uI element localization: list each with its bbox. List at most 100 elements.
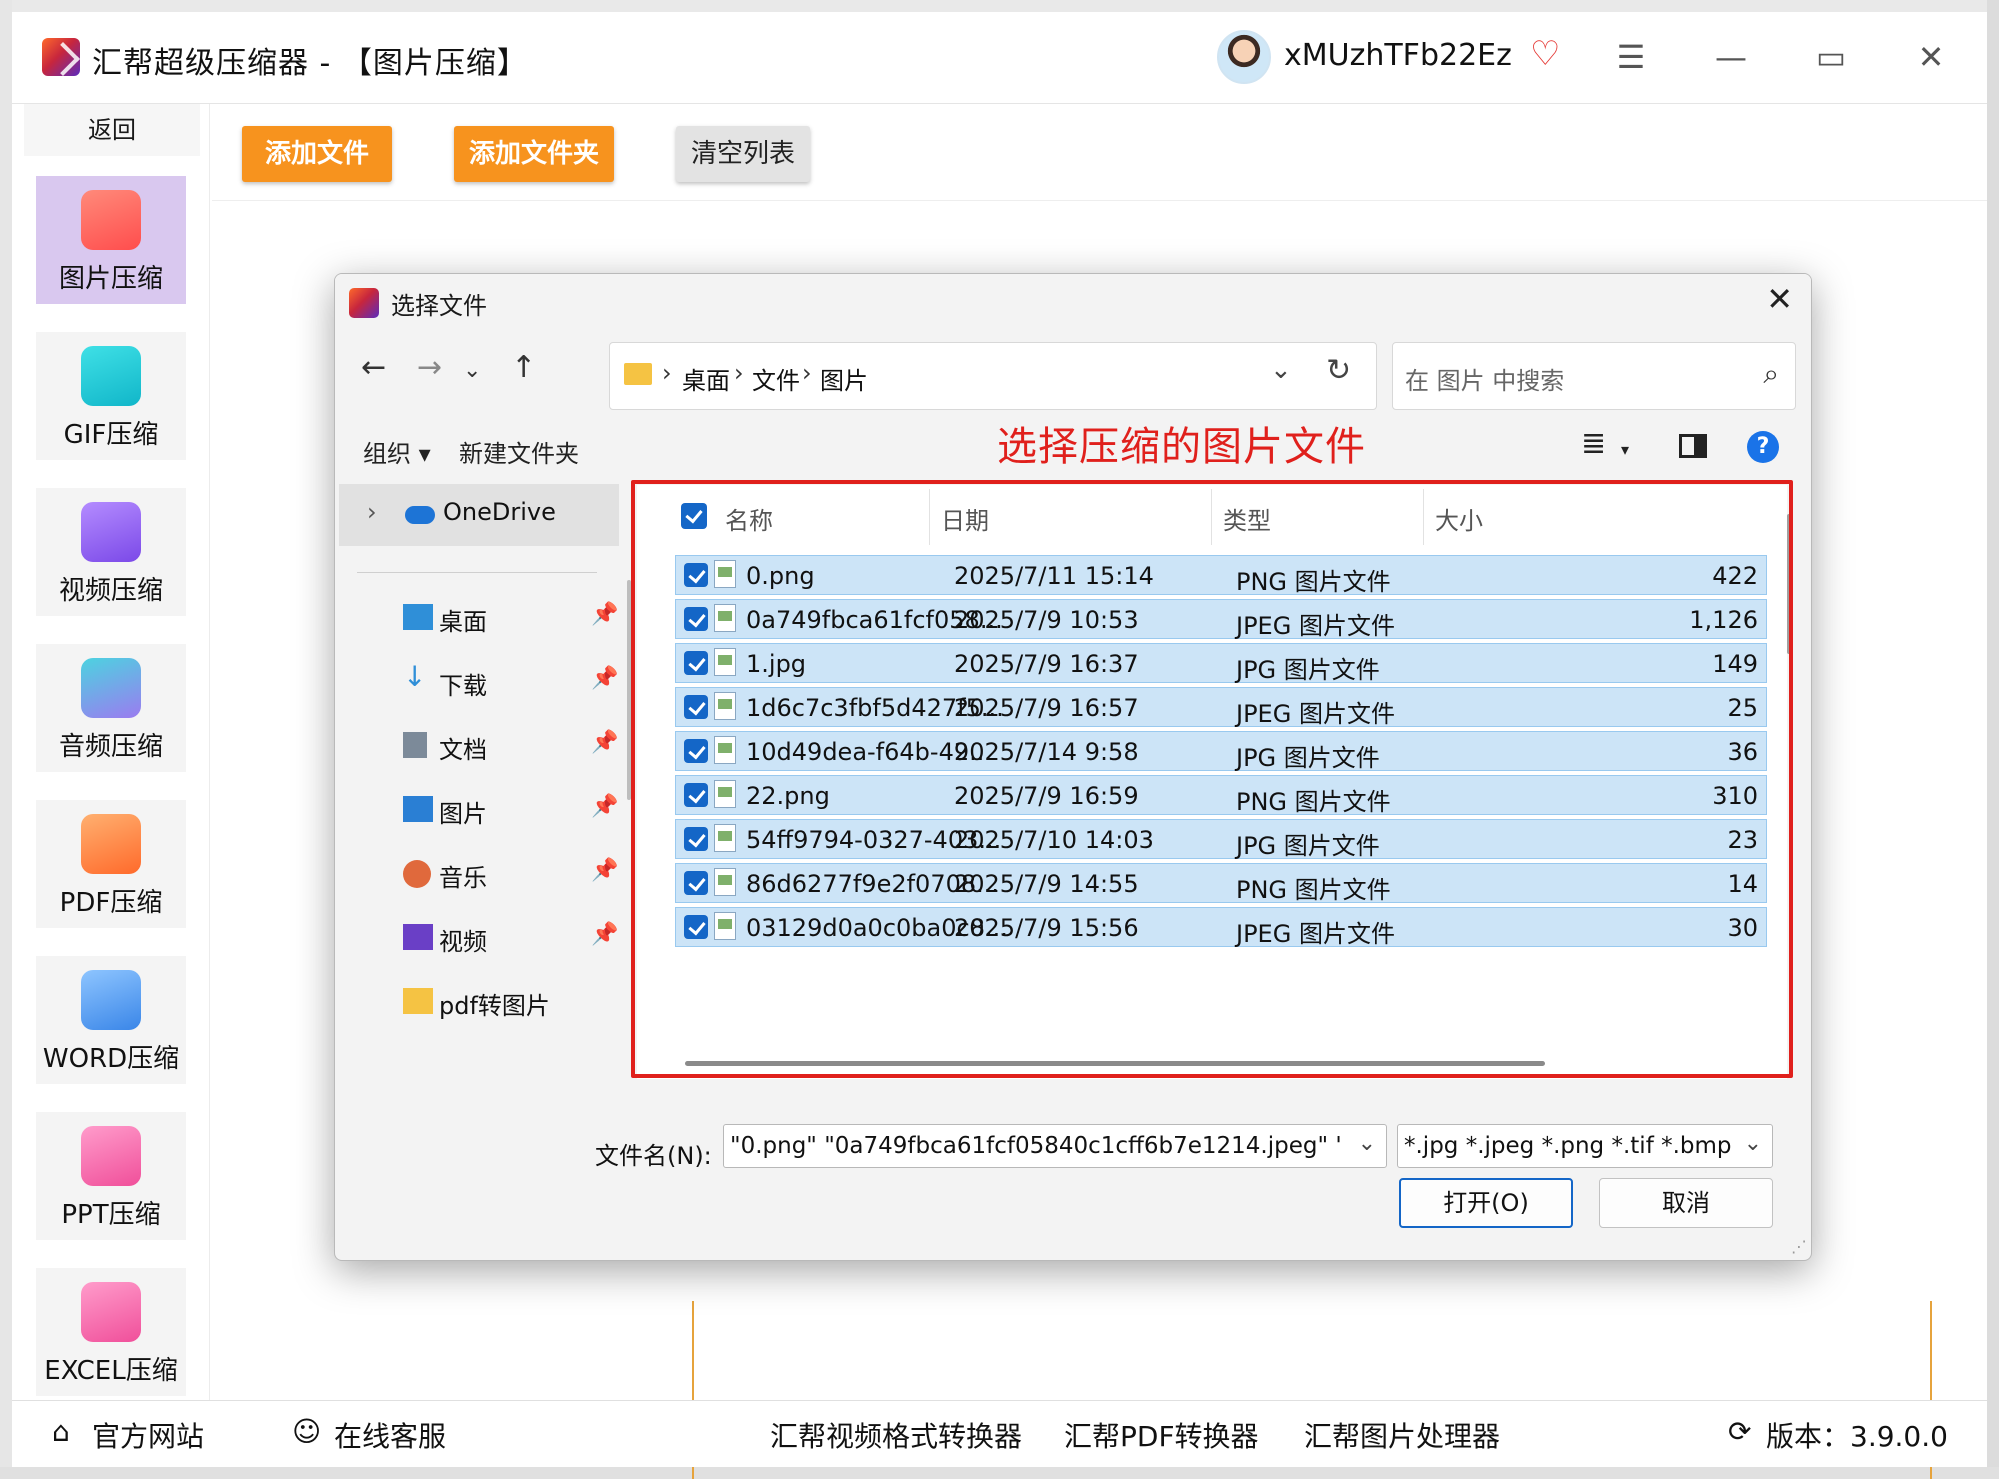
tree-item-pictures[interactable]: 图片 📌 xyxy=(335,780,625,844)
desktop-icon xyxy=(403,604,433,630)
address-bar[interactable]: › 桌面 › 文件 › 图片 ⌄ ↻ xyxy=(609,342,1377,410)
recent-chevron-icon[interactable]: ⌄ xyxy=(463,358,481,383)
video-converter-link[interactable]: 汇帮视频格式转换器 xyxy=(770,1415,1022,1455)
cloud-icon xyxy=(405,506,435,524)
folder-icon xyxy=(403,988,433,1014)
sidebar-item-audio-compress[interactable]: 音频压缩 xyxy=(36,644,186,772)
chevron-down-icon[interactable]: ▾ xyxy=(1621,440,1629,459)
clear-list-button[interactable]: 清空列表 xyxy=(676,126,810,182)
search-box[interactable]: 在 图片 中搜索 ⌕ xyxy=(1392,342,1796,410)
forward-arrow-icon[interactable]: → xyxy=(417,350,442,385)
back-arrow-icon[interactable]: ← xyxy=(361,350,386,385)
tree-item-label: 下载 xyxy=(439,672,487,700)
word-compress-icon xyxy=(81,970,141,1030)
pin-icon: 📌 xyxy=(591,730,619,755)
sidebar-item-image-compress[interactable]: 图片压缩 xyxy=(36,176,186,304)
website-link[interactable]: 官方网站 xyxy=(92,1415,204,1455)
annotation-highlight-box xyxy=(631,480,1793,1078)
support-icon[interactable]: ☺ xyxy=(292,1415,321,1448)
filetype-select[interactable]: *.jpg *.jpeg *.png *.tif *.bmp * ⌄ xyxy=(1397,1124,1773,1168)
refresh-icon[interactable]: ↻ xyxy=(1326,353,1351,388)
tree-item-label: 桌面 xyxy=(439,608,487,636)
filetype-value[interactable]: *.jpg *.jpeg *.png *.tif *.bmp * xyxy=(1404,1133,1734,1159)
tree-item-desktop[interactable]: 桌面 📌 xyxy=(335,588,625,652)
add-file-button[interactable]: 添加文件 xyxy=(242,126,392,182)
download-icon: ↓ xyxy=(403,660,427,693)
pdf-compress-icon xyxy=(81,814,141,874)
tree-item-pdf-to-image[interactable]: pdf转图片 xyxy=(335,972,625,1036)
pin-icon: 📌 xyxy=(591,858,619,883)
sidebar-item-label: WORD压缩 xyxy=(42,1044,180,1074)
pin-icon: 📌 xyxy=(591,794,619,819)
excel-compress-icon xyxy=(81,1282,141,1342)
view-options-icon[interactable]: ≣ xyxy=(1581,426,1606,461)
home-icon[interactable]: ⌂ xyxy=(52,1415,70,1448)
tree-item-music[interactable]: 音乐 📌 xyxy=(335,844,625,908)
annotation-text: 选择压缩的图片文件 xyxy=(997,424,1366,470)
resize-grip-icon[interactable]: ⋰ xyxy=(1791,1237,1807,1256)
chevron-right-icon[interactable]: › xyxy=(367,498,377,526)
maximize-button[interactable]: ▭ xyxy=(1806,32,1856,82)
close-button[interactable]: ✕ xyxy=(1906,32,1956,82)
divider xyxy=(357,572,597,573)
sidebar-item-word-compress[interactable]: WORD压缩 xyxy=(36,956,186,1084)
help-icon[interactable]: ? xyxy=(1747,431,1779,463)
add-folder-button[interactable]: 添加文件夹 xyxy=(454,126,614,182)
support-link[interactable]: 在线客服 xyxy=(334,1415,446,1455)
tree-item-label: 音乐 xyxy=(439,864,487,892)
background-window-left xyxy=(0,0,12,1479)
sidebar-item-video-compress[interactable]: 视频压缩 xyxy=(36,488,186,616)
sidebar-item-pdf-compress[interactable]: PDF压缩 xyxy=(36,800,186,928)
pin-icon: 📌 xyxy=(591,922,619,947)
filename-value[interactable]: "0.png" "0a749fbca61fcf05840c1cff6b7e121… xyxy=(730,1133,1340,1159)
open-button[interactable]: 打开(O) xyxy=(1399,1178,1573,1228)
tree-item-label: 视频 xyxy=(439,928,487,956)
pdf-converter-link[interactable]: 汇帮PDF转换器 xyxy=(1064,1415,1259,1455)
tree-item-documents[interactable]: 文档 📌 xyxy=(335,716,625,780)
image-processor-link[interactable]: 汇帮图片处理器 xyxy=(1304,1415,1500,1455)
preview-pane-icon[interactable] xyxy=(1679,434,1707,458)
sidebar-item-excel-compress[interactable]: EXCEL压缩 xyxy=(36,1268,186,1396)
refresh-icon[interactable]: ⟳ xyxy=(1728,1415,1751,1448)
dialog-title-bar: 选择文件 ✕ xyxy=(335,274,1811,330)
user-avatar[interactable] xyxy=(1217,30,1271,84)
breadcrumb-files[interactable]: 文件 xyxy=(752,361,800,396)
up-arrow-icon[interactable]: ↑ xyxy=(511,350,536,385)
tree-item-downloads[interactable]: ↓ 下载 📌 xyxy=(335,652,625,716)
background-window-strip xyxy=(0,0,1999,12)
document-icon xyxy=(403,732,427,758)
filename-field[interactable]: "0.png" "0a749fbca61fcf05840c1cff6b7e121… xyxy=(723,1124,1387,1168)
search-input[interactable]: 在 图片 中搜索 xyxy=(1405,361,1564,396)
video-icon xyxy=(403,924,433,950)
sidebar-item-label: EXCEL压缩 xyxy=(44,1356,178,1386)
menu-icon[interactable]: ☰ xyxy=(1606,32,1656,82)
app-title: 汇帮超级压缩器 - 【图片压缩】 xyxy=(92,46,528,81)
chevron-down-icon[interactable]: ⌄ xyxy=(1744,1131,1762,1156)
cancel-button[interactable]: 取消 xyxy=(1599,1178,1773,1228)
organize-menu[interactable]: 组织 ▾ xyxy=(363,434,431,469)
breadcrumb-desktop[interactable]: 桌面 xyxy=(682,361,730,396)
chevron-down-icon[interactable]: ⌄ xyxy=(1270,355,1292,385)
version-label: 版本：3.9.0.0 xyxy=(1766,1420,1948,1453)
sidebar-item-label: 音频压缩 xyxy=(58,732,163,762)
sidebar-item-gif-compress[interactable]: GIF压缩 xyxy=(36,332,186,460)
new-folder-button[interactable]: 新建文件夹 xyxy=(459,434,579,469)
app-logo-icon xyxy=(42,38,80,76)
sidebar-item-label: PPT压缩 xyxy=(61,1200,161,1230)
tree-item-videos[interactable]: 视频 📌 xyxy=(335,908,625,972)
tree-item-label: OneDrive xyxy=(443,498,556,526)
breadcrumb-pictures[interactable]: 图片 xyxy=(820,361,868,396)
chevron-right-icon: › xyxy=(734,359,744,387)
back-button[interactable]: 返回 xyxy=(24,104,200,156)
search-icon[interactable]: ⌕ xyxy=(1763,357,1779,391)
dialog-title: 选择文件 xyxy=(391,292,487,320)
sidebar-item-ppt-compress[interactable]: PPT压缩 xyxy=(36,1112,186,1240)
background-window-right xyxy=(1987,0,1999,1479)
minimize-button[interactable]: — xyxy=(1706,32,1756,82)
close-icon[interactable]: ✕ xyxy=(1766,280,1793,318)
username[interactable]: xMUzhTFb22Ez xyxy=(1284,38,1512,73)
chevron-down-icon[interactable]: ⌄ xyxy=(1358,1131,1376,1156)
filename-label: 文件名(N): xyxy=(595,1142,712,1170)
tree-item-onedrive[interactable]: › OneDrive xyxy=(339,484,619,546)
diamond-icon[interactable]: ♡ xyxy=(1530,34,1560,74)
